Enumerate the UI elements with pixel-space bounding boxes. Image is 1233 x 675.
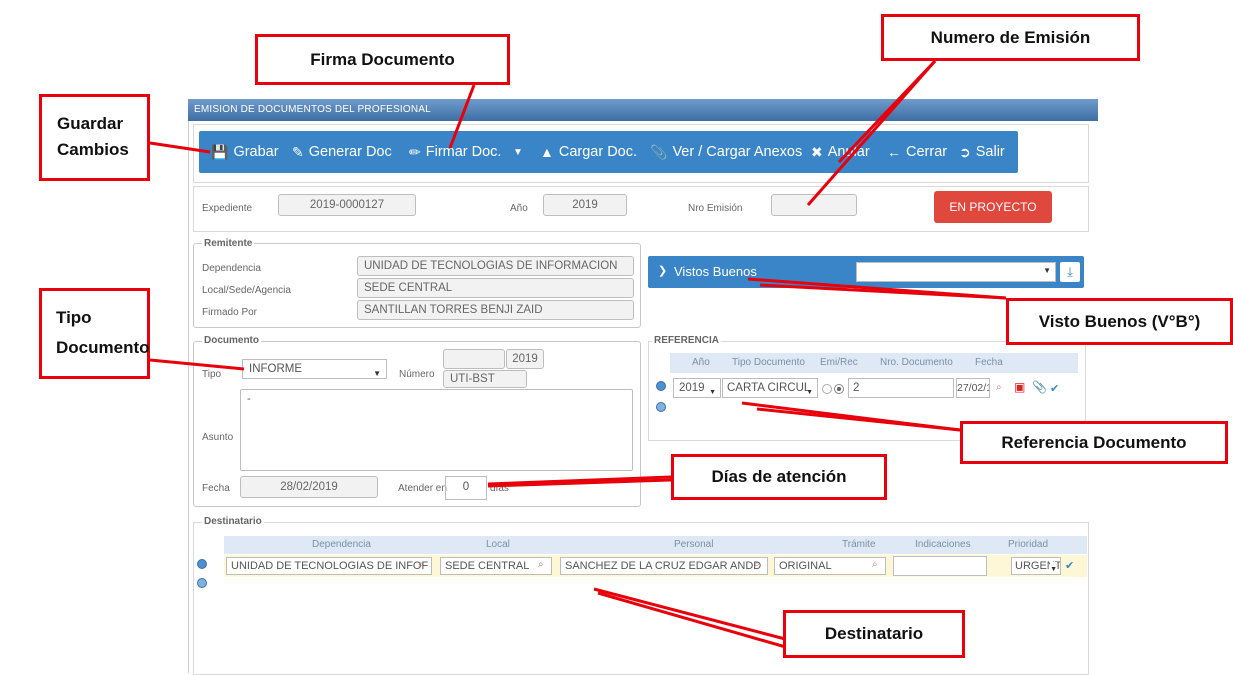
callout-referencia: Referencia Documento: [960, 421, 1228, 464]
callout-firma: Firma Documento: [255, 34, 510, 85]
callout-destinatario: Destinatario: [783, 610, 965, 658]
callout-dias: Días de atención: [671, 454, 887, 500]
callout-numero: Numero de Emisión: [881, 14, 1140, 61]
callout-tipo: Tipo Documento: [39, 288, 150, 379]
callout-guardar: Guardar Cambios: [39, 94, 150, 181]
callout-visto: Visto Buenos (V°B°): [1006, 298, 1233, 345]
